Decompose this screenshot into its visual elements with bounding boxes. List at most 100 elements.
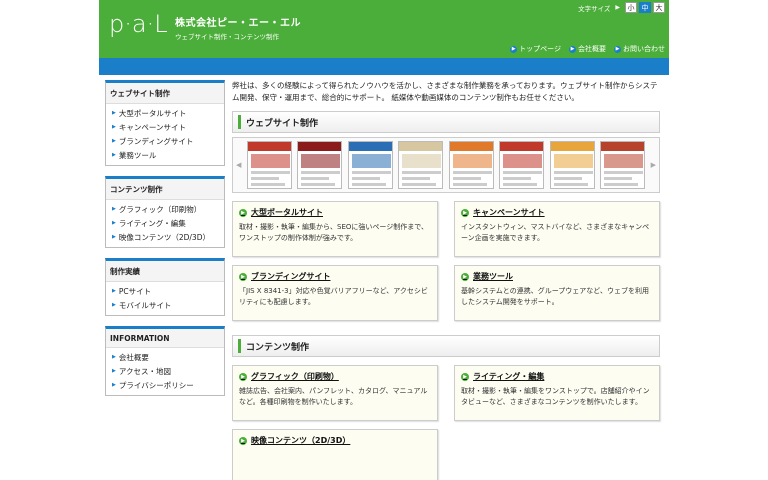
sidebar-link-label: 映像コンテンツ（2D/3D） [118, 232, 210, 242]
sidebar-link-label: グラフィック（印刷物） [118, 204, 202, 214]
pal-logo[interactable]: p·a·L [109, 8, 171, 38]
service-card: ▶ ライティング・編集取材・撮影・執筆・編集をワンストップで。店舗紹介やインタビュ… [454, 365, 660, 421]
service-card: ▶ グラフィック（印刷物） 雑誌広告、会社案内、パンフレット、カタログ、マニュアルな… [232, 365, 438, 421]
font-size-medium-button[interactable]: 中 [639, 2, 651, 13]
sidebar-link[interactable]: ▶ 映像コンテンツ（2D/3D） [106, 230, 224, 244]
service-card-title-link[interactable]: ▶ ライティング・編集 [461, 371, 653, 382]
sidebar-link[interactable]: ▶ ライティング・編集 [106, 216, 224, 230]
sidebar-link-label: 会社概要 [118, 352, 149, 362]
arrow-right-icon: ▶ [614, 45, 621, 53]
sidebar-link-label: PCサイト [118, 286, 152, 296]
service-card-desc: 取材・撮影・執筆・編集から、SEOに強いページ制作まで、ワンストップの制作体制が… [239, 223, 428, 242]
service-card-title-link[interactable]: ▶ 映像コンテンツ（2D/3D） [239, 435, 431, 446]
service-card: ▶ 業務ツール 基幹システムとの連携、グループウェアなど、ウェブを利用したシステム開… [454, 265, 660, 321]
bullet-arrow-icon: ▶ [112, 138, 116, 144]
service-card-title-link[interactable]: ▶ キャンペーンサイト [461, 207, 653, 218]
nav-company-link[interactable]: ▶ 会社概要 [569, 44, 606, 54]
header-strip [99, 58, 669, 75]
service-card-title: ブランディングサイト [251, 272, 331, 281]
sidebar-link[interactable]: ▶ キャンペーンサイト [106, 120, 224, 134]
section-heading-web: ウェブサイト制作 [232, 111, 660, 133]
intro-text: 弊社は、多くの経験によって得られたノウハウを活かし、さまざまな制作業務を承ってお… [232, 81, 658, 102]
font-size-switcher: 文字サイズ ▶ 小 中 大 [578, 2, 665, 13]
sidebar-box: 制作実績 ▶ PCサイト ▶ モバイルサイト [105, 258, 225, 316]
sidebar-link[interactable]: ▶ アクセス・地図 [106, 364, 224, 378]
bullet-arrow-icon: ▶ [112, 124, 116, 130]
bullet-arrow-icon: ▶ [112, 152, 116, 158]
bullet-arrow-icon: ▶ [112, 382, 116, 388]
service-card: ▶ ブランディングサイト 「JIS X 8341-3」対応や色覚バリアフリーなど、ア… [232, 265, 438, 321]
sidebar-link-label: 大型ポータルサイト [118, 108, 187, 118]
service-card-title-link[interactable]: ▶ 業務ツール [461, 271, 653, 282]
bullet-arrow-icon: ▶ [112, 234, 116, 240]
svg-text:p·a·L: p·a·L [109, 10, 168, 38]
service-card-title: キャンペーンサイト [473, 208, 545, 217]
circle-arrow-icon: ▶ [461, 272, 469, 281]
font-size-small-button[interactable]: 小 [625, 2, 637, 13]
section-heading-content: コンテンツ制作 [232, 335, 660, 357]
work-thumbnail[interactable] [499, 141, 545, 189]
service-card-title-link[interactable]: ▶ 大型ポータルサイト [239, 207, 431, 218]
sidebar-link-label: アクセス・地図 [118, 366, 171, 376]
sidebar-link[interactable]: ▶ プライバシーポリシー [106, 378, 224, 392]
arrow-right-icon: ▶ [510, 45, 518, 53]
heading-bar [238, 339, 241, 353]
service-card-desc: インスタントウィン、マストバイなど、さまざまなキャンペーン企画を実施できます。 [461, 223, 650, 242]
work-thumbnail[interactable] [398, 141, 444, 189]
service-card: ▶ 映像コンテンツ（2D/3D） [232, 429, 438, 480]
circle-arrow-icon: ▶ [461, 372, 469, 381]
sidebar-link-label: ブランディングサイト [118, 136, 194, 146]
work-thumbnail[interactable] [448, 141, 494, 189]
sidebar-box: コンテンツ制作 ▶ グラフィック（印刷物） ▶ ライティング・編集 ▶ 映像コンテンツ（2D… [105, 176, 225, 248]
sidebar-link[interactable]: ▶ 大型ポータルサイト [106, 106, 224, 120]
triangle-right-icon: ▶ [615, 4, 620, 11]
top-nav: ▶ トップページ ▶ 会社概要 ▶ お問い合わせ [510, 44, 665, 54]
work-thumbnail[interactable] [347, 141, 393, 189]
company-tagline: ウェブサイト制作・コンテンツ制作 [175, 33, 279, 41]
header: p·a·L 株式会社ピー・エー・エル ウェブサイト制作・コンテンツ制作 文字サイ… [99, 0, 669, 58]
page: p·a·L 株式会社ピー・エー・エル ウェブサイト制作・コンテンツ制作 文字サイ… [99, 0, 669, 480]
font-size-large-button[interactable]: 大 [653, 2, 665, 13]
sidebar-box: INFORMATION ▶ 会社概要 ▶ アクセス・地図 ▶ プライバシーポリシー [105, 326, 225, 396]
bullet-arrow-icon: ▶ [112, 368, 116, 374]
bullet-arrow-icon: ▶ [112, 220, 116, 226]
sidebar-link[interactable]: ▶ モバイルサイト [106, 298, 224, 312]
sidebar-link-label: 業務ツール [118, 150, 157, 160]
gallery-prev-icon[interactable]: ◀ [236, 161, 241, 169]
nav-top-page-link[interactable]: ▶ トップページ [510, 44, 561, 54]
sidebar-link[interactable]: ▶ グラフィック（印刷物） [106, 202, 224, 216]
service-card-title: 大型ポータルサイト [251, 208, 323, 217]
service-card: ▶ キャンペーンサイトインスタントウィン、マストバイなど、さまざまなキャンペーン企… [454, 201, 660, 257]
sidebar-link-label: プライバシーポリシー [118, 380, 194, 390]
sidebar-link-label: キャンペーンサイト [118, 122, 186, 132]
nav-contact-link[interactable]: ▶ お問い合わせ [614, 44, 665, 54]
main-content: 弊社は、多くの経験によって得られたノウハウを活かし、さまざまな制作業務を承ってお… [232, 80, 660, 480]
sidebar-link-label: ライティング・編集 [118, 218, 186, 228]
work-thumbnail[interactable] [549, 141, 595, 189]
sidebar-link[interactable]: ▶ 業務ツール [106, 148, 224, 162]
service-card-desc: 雑誌広告、会社案内、パンフレット、カタログ、マニュアルなど。各種印刷物を制作いた… [239, 387, 428, 406]
sidebar-link[interactable]: ▶ ブランディングサイト [106, 134, 224, 148]
company-block: 株式会社ピー・エー・エル ウェブサイト制作・コンテンツ制作 [175, 14, 301, 41]
service-card-title-link[interactable]: ▶ グラフィック（印刷物） [239, 371, 431, 382]
service-card-title: 業務ツール [473, 272, 513, 281]
gallery-next-icon[interactable]: ▶ [651, 161, 656, 169]
font-size-label: 文字サイズ [578, 4, 611, 13]
circle-arrow-icon: ▶ [239, 272, 247, 281]
service-card-desc: 取材・撮影・執筆・編集をワンストップで。店舗紹介やインタビューなど、さまざまなコ… [461, 387, 650, 406]
sidebar-link-label: モバイルサイト [118, 300, 172, 310]
sidebar-link[interactable]: ▶ PCサイト [106, 284, 224, 298]
content-cards: ▶ グラフィック（印刷物） 雑誌広告、会社案内、パンフレット、カタログ、マニュアルな… [232, 365, 660, 480]
service-card-title-link[interactable]: ▶ ブランディングサイト [239, 271, 431, 282]
bullet-arrow-icon: ▶ [112, 354, 116, 360]
sidebar-link[interactable]: ▶ 会社概要 [106, 350, 224, 364]
sidebar-box-title: 制作実績 [106, 261, 224, 282]
company-name: 株式会社ピー・エー・エル [175, 18, 301, 29]
work-thumbnail[interactable] [246, 141, 292, 189]
bullet-arrow-icon: ▶ [112, 288, 116, 294]
work-thumbnail[interactable] [297, 141, 343, 189]
work-thumbnail[interactable] [600, 141, 646, 189]
bullet-arrow-icon: ▶ [112, 206, 116, 212]
heading-bar [238, 115, 241, 129]
sidebar-box-title: コンテンツ制作 [106, 179, 224, 200]
